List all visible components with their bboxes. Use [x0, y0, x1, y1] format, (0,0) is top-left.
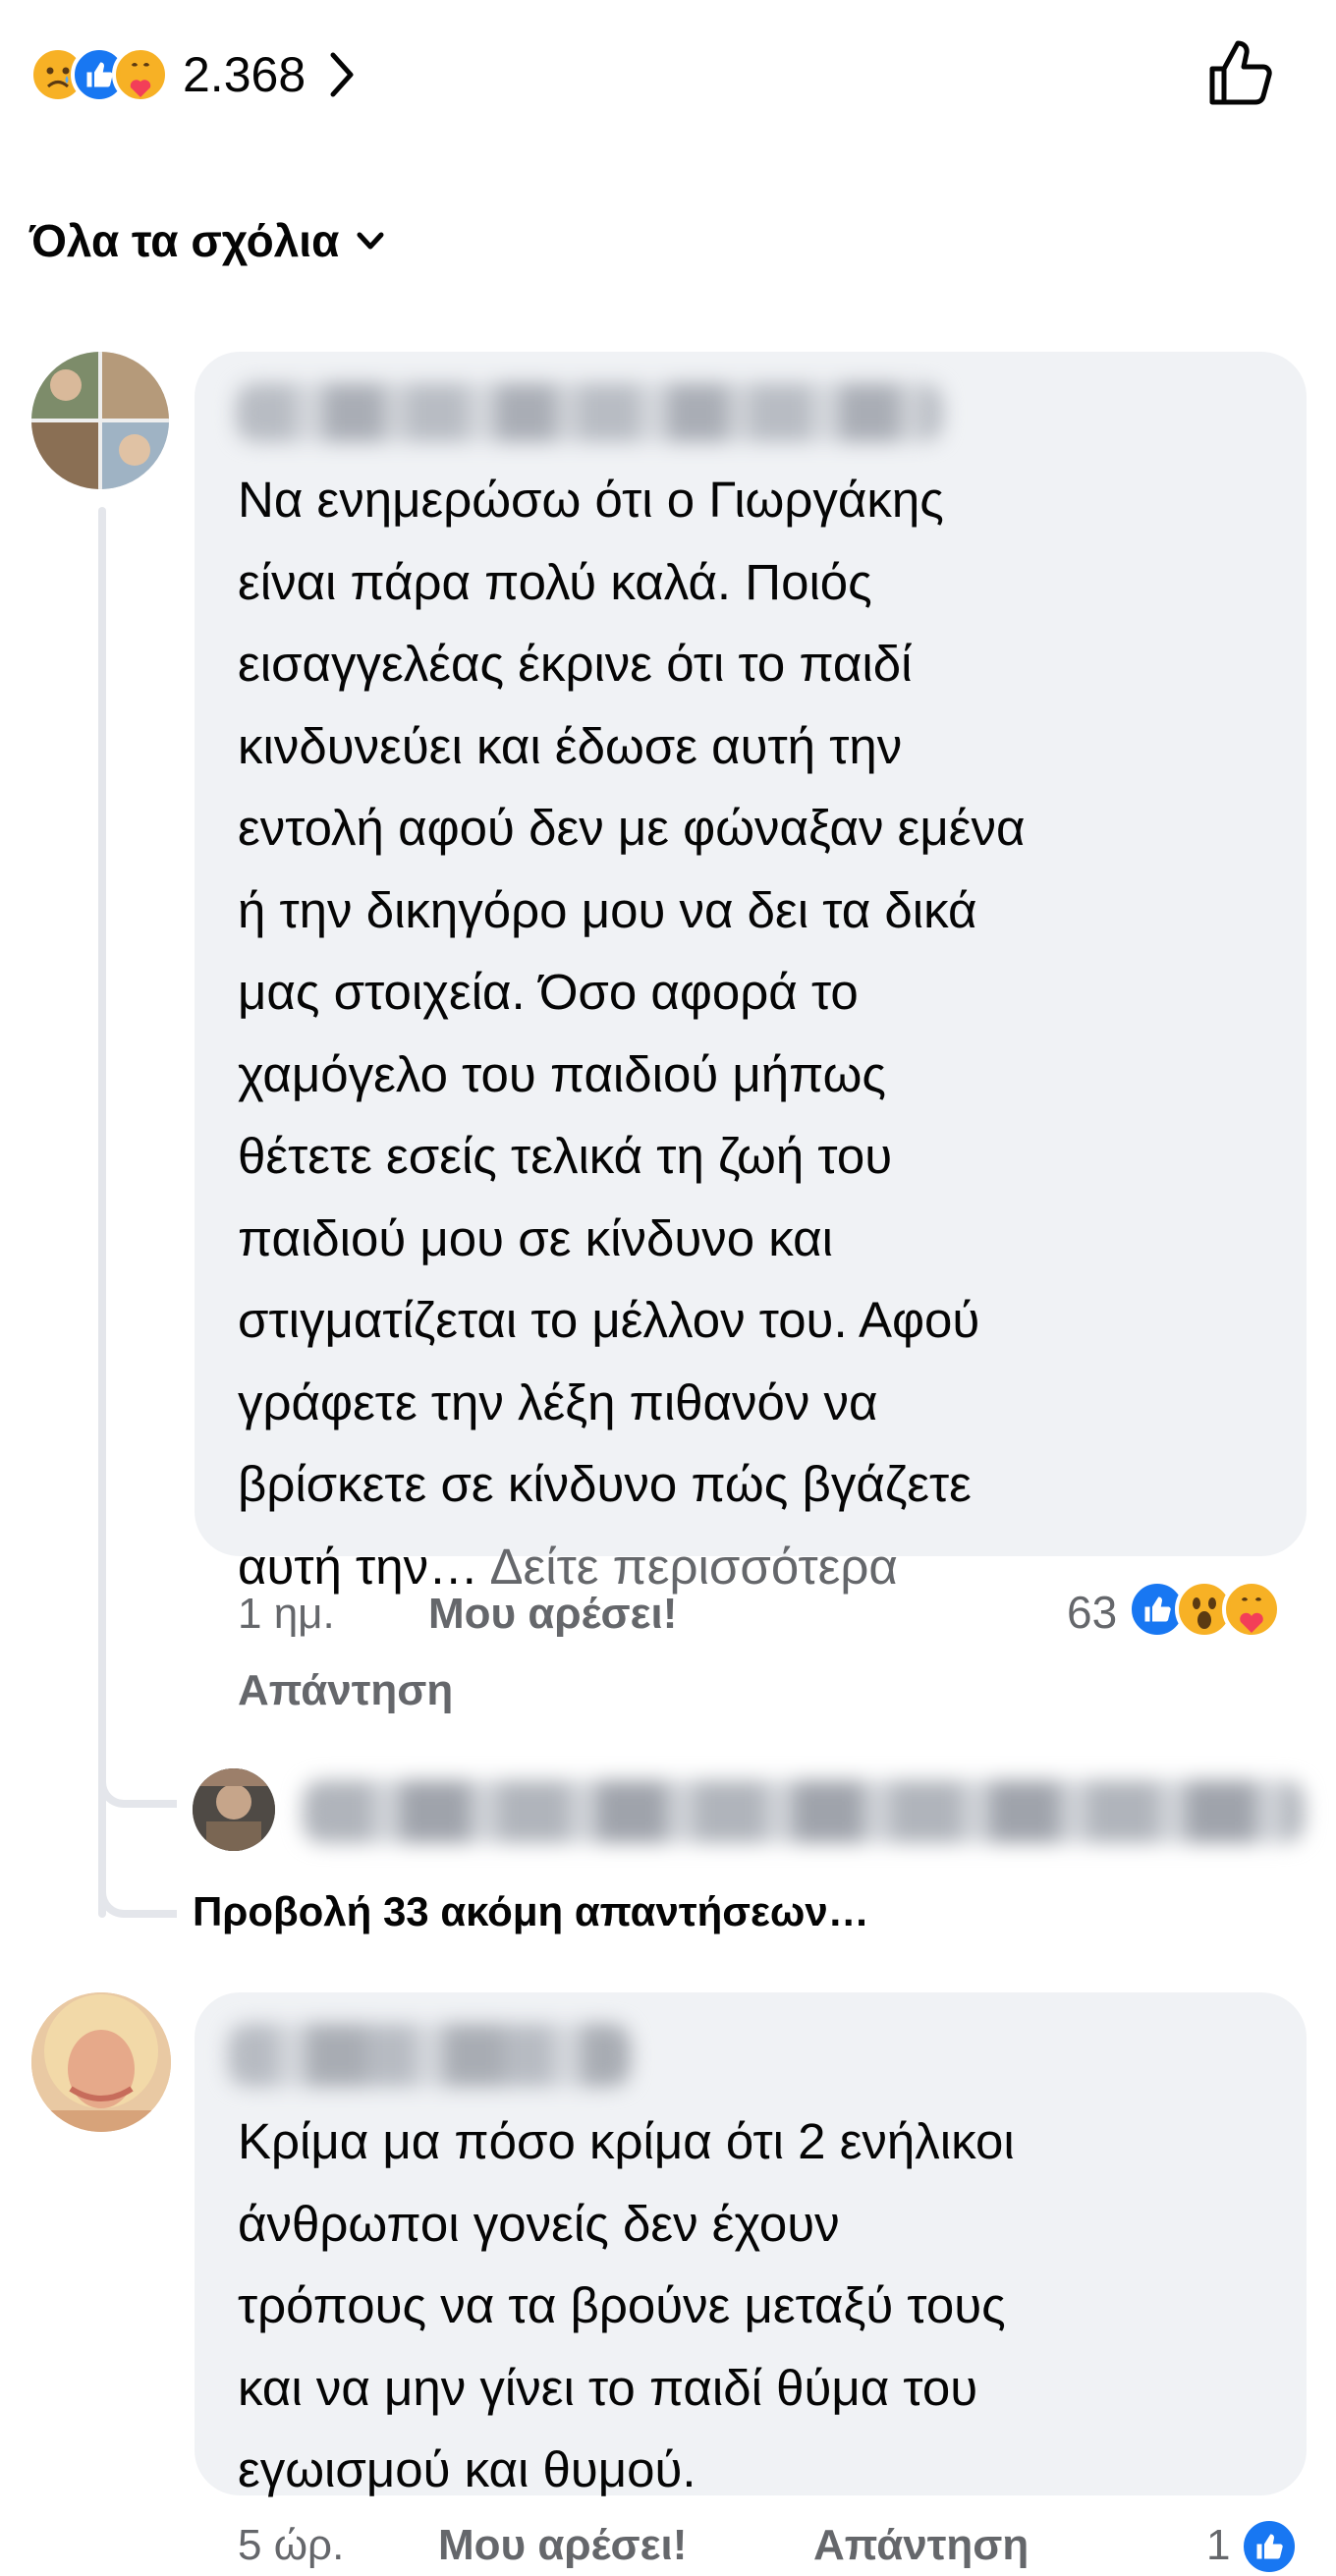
like-outline-icon[interactable]	[1202, 35, 1279, 112]
comments-filter[interactable]: Όλα τα σχόλια	[29, 214, 388, 267]
commenter-name-blurred[interactable]	[236, 383, 943, 442]
comment-reaction-count[interactable]: 63	[1067, 1586, 1117, 1639]
reply-button[interactable]: Απάντηση	[813, 2521, 1029, 2570]
comment-time[interactable]: 1 ημ.	[238, 1590, 335, 1639]
commenter-name-blurred[interactable]	[228, 2024, 631, 2087]
avatar[interactable]	[31, 1992, 171, 2132]
reply-button[interactable]: Απάντηση	[238, 1666, 453, 1715]
avatar[interactable]	[31, 352, 169, 489]
chevron-down-icon	[357, 232, 384, 250]
reply-avatar[interactable]	[193, 1768, 275, 1851]
like-button[interactable]: Μου αρέσει!	[438, 2521, 687, 2570]
comment-text: Να ενημερώσω ότι ο Γιωργάκης είναι πάρα …	[238, 472, 1026, 1595]
view-more-replies-link[interactable]: Προβολή 33 ακόμη απαντήσεων…	[193, 1888, 869, 1935]
care-reaction-icon	[112, 46, 169, 103]
thread-branch	[98, 1886, 177, 1918]
reactions-summary[interactable]: 2.368	[29, 39, 357, 110]
chevron-right-icon[interactable]	[327, 51, 357, 98]
like-button[interactable]: Μου αρέσει!	[428, 1590, 677, 1639]
care-reaction-icon	[1222, 1580, 1281, 1639]
like-reaction-icon	[1240, 2517, 1299, 2576]
comment-reaction-count[interactable]: 1	[1206, 2521, 1230, 2570]
comments-filter-label: Όλα τα σχόλια	[29, 215, 340, 266]
reaction-total[interactable]: 2.368	[183, 46, 306, 103]
thread-line	[98, 507, 106, 1918]
comment-text: Κρίμα μα πόσο κρίμα ότι 2 ενήλικοι άνθρω…	[238, 2113, 1015, 2497]
reply-preview-blurred[interactable]	[303, 1780, 1305, 1843]
comment-time[interactable]: 5 ώρ.	[238, 2521, 344, 2570]
thread-branch	[98, 1778, 177, 1808]
see-more-link[interactable]: Δείτε περισσότερα	[489, 1539, 897, 1595]
